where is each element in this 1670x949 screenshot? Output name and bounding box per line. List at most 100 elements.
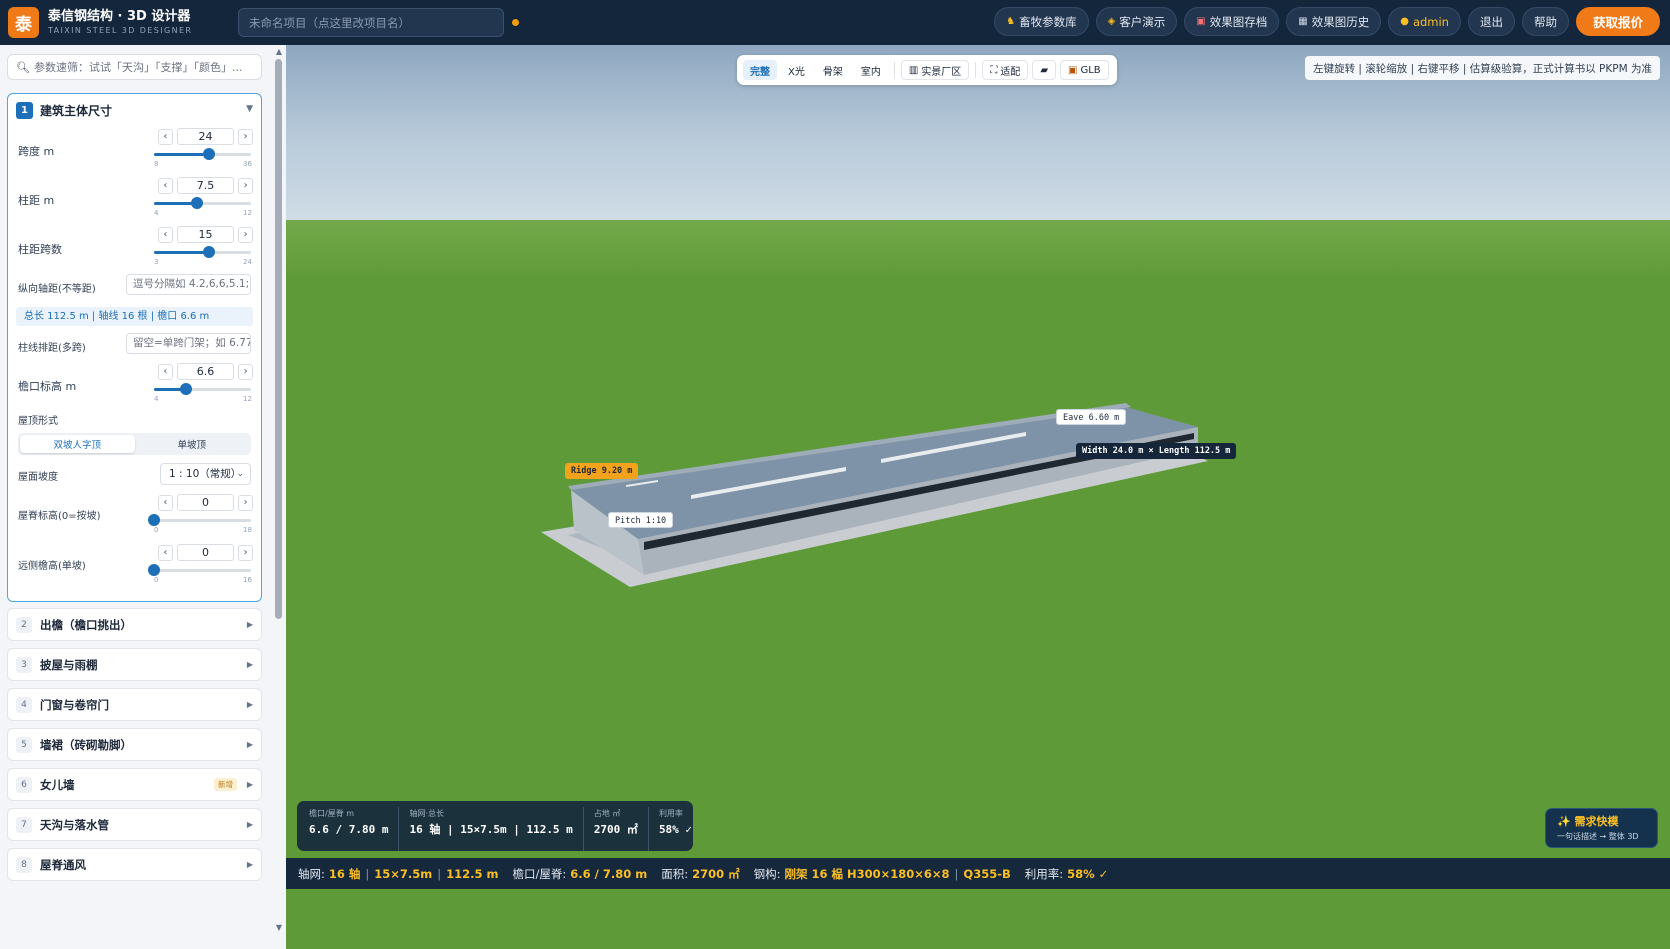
bay-slider[interactable] xyxy=(154,197,251,209)
slider-knob[interactable] xyxy=(148,514,160,526)
slider-knob[interactable] xyxy=(203,148,216,160)
quick-model-button[interactable]: ✨ 需求快模 一句话描述 → 整体 3D xyxy=(1545,808,1658,848)
section-wainscot[interactable]: 5 墙裙（砖砌勒脚） ▶ xyxy=(7,728,262,761)
eave-height-slider[interactable] xyxy=(154,383,251,395)
utilization-value: 58% ✓ xyxy=(1067,866,1109,881)
search-placeholder: 参数速筛：试试「天沟」「支撑」「颜色」... xyxy=(33,61,243,74)
get-quote-button[interactable]: 获取报价 xyxy=(1575,7,1660,36)
decrement-button[interactable]: ‹ xyxy=(158,544,173,561)
section-title: 披屋与雨棚 xyxy=(40,657,98,672)
logout-button[interactable]: 退出 xyxy=(1467,7,1515,36)
render-history-button[interactable]: ▦ 效果图历史 xyxy=(1286,7,1382,36)
bay-stepper: ‹ 7.5 › xyxy=(158,177,253,194)
eave-height-stepper: ‹ 6.6 › xyxy=(158,363,253,380)
decrement-button[interactable]: ‹ xyxy=(158,363,173,380)
slider-max: 18 xyxy=(243,526,252,534)
span-stepper: ‹ 24 › xyxy=(158,128,253,145)
bay-value[interactable]: 7.5 xyxy=(176,177,235,194)
brand-logo[interactable]: 泰 xyxy=(8,7,39,38)
scene-site-button[interactable]: ▥ 实景厂区 xyxy=(900,60,970,80)
chevron-right-icon: ▶ xyxy=(246,620,253,629)
slider-min: 0 xyxy=(154,526,159,534)
span-label: 跨度 m xyxy=(18,145,55,158)
slider-fill xyxy=(154,153,210,156)
ridge-height-slider[interactable] xyxy=(148,514,251,526)
stat-label: 利用率 xyxy=(658,809,683,818)
project-name-input[interactable] xyxy=(238,8,504,37)
increment-button[interactable]: › xyxy=(238,544,253,561)
row-spacing-input[interactable]: 留空=单跨门架；如 6.77 xyxy=(126,333,251,354)
roof-slope-select[interactable]: 1 : 10（常规） ⌄ xyxy=(160,463,251,485)
section-number: 1 xyxy=(16,102,33,119)
section-doors-windows[interactable]: 4 门窗与卷帘门 ▶ xyxy=(7,688,262,721)
section-overhang[interactable]: 2 出檐（檐口挑出） ▶ xyxy=(7,608,262,641)
decrement-button[interactable]: ‹ xyxy=(158,226,173,243)
section-ridge-vent[interactable]: 8 屋脊通风 ▶ xyxy=(7,848,262,881)
ridge-height-stepper: ‹ 0 › xyxy=(158,494,253,511)
view-interior-button[interactable]: 室内 xyxy=(854,60,888,80)
bay-label: 柱距 m xyxy=(18,194,55,207)
slider-knob[interactable] xyxy=(190,197,203,209)
span-value[interactable]: 24 xyxy=(176,128,235,145)
slider-knob[interactable] xyxy=(148,564,160,576)
bay-count-slider[interactable] xyxy=(154,246,251,258)
slider-knob[interactable] xyxy=(203,246,216,258)
uneven-spacing-input[interactable]: 逗号分隔如 4.2,6,6,5.1; xyxy=(126,274,251,295)
decrement-button[interactable]: ‹ xyxy=(158,128,173,145)
view-skeleton-button[interactable]: 骨架 xyxy=(816,60,850,80)
user-menu-button[interactable]: ● admin xyxy=(1388,7,1461,36)
history-icon: ▦ xyxy=(1298,16,1308,27)
collapse-icon[interactable]: ▼ xyxy=(246,104,253,114)
row-spacing-label: 柱线排距(多跨) xyxy=(18,343,86,354)
increment-button[interactable]: › xyxy=(238,494,253,511)
export-glb-button[interactable]: ▣ GLB xyxy=(1060,60,1109,80)
increment-button[interactable]: › xyxy=(238,363,253,380)
decrement-button[interactable]: ‹ xyxy=(158,177,173,194)
help-button[interactable]: 帮助 xyxy=(1521,7,1569,36)
livestock-library-button[interactable]: ♞ 畜牧参数库 xyxy=(994,7,1089,36)
decrement-button[interactable]: ‹ xyxy=(158,494,173,511)
scroll-up-icon[interactable]: ▲ xyxy=(276,47,282,56)
span-slider[interactable] xyxy=(154,148,251,160)
roof-mono-option[interactable]: 单坡顶 xyxy=(135,435,250,453)
scroll-down-icon[interactable]: ▼ xyxy=(276,923,282,932)
section-parapet[interactable]: 6 女儿墙 新增 ▶ xyxy=(7,768,262,801)
stat-utilization: 利用率 58% ✓ xyxy=(659,807,702,851)
bay-count-label: 柱距跨数 xyxy=(18,243,62,256)
bay-count-value[interactable]: 15 xyxy=(176,226,235,243)
section-header[interactable]: 1 建筑主体尺寸 xyxy=(16,102,112,119)
chevron-right-icon: ▶ xyxy=(246,820,253,829)
section-title: 天沟与落水管 xyxy=(40,817,109,832)
screenshot-button[interactable]: ▰ xyxy=(1032,60,1057,80)
roof-gable-option[interactable]: 双坡人字顶 xyxy=(20,435,135,453)
chevron-right-icon: ▶ xyxy=(246,780,253,789)
eave-height-value[interactable]: 6.6 xyxy=(176,363,235,380)
section-leanto[interactable]: 3 披屋与雨棚 ▶ xyxy=(7,648,262,681)
increment-button[interactable]: › xyxy=(238,177,253,194)
view-xray-button[interactable]: X光 xyxy=(781,60,812,80)
slider-knob[interactable] xyxy=(180,383,192,395)
fit-icon: ⛶ xyxy=(990,64,998,76)
increment-button[interactable]: › xyxy=(238,128,253,145)
far-eave-stepper: ‹ 0 › xyxy=(158,544,253,561)
sidebar-scrollbar[interactable] xyxy=(275,59,282,619)
eave-height-label: Eave 6.60 m xyxy=(1056,409,1127,425)
far-eave-label: 远侧檐高(单坡) xyxy=(18,561,86,572)
steel-key: 钢构: xyxy=(753,866,781,881)
render-archive-button[interactable]: ▣ 效果图存档 xyxy=(1184,7,1280,36)
fit-view-button[interactable]: ⛶ 适配 xyxy=(982,60,1029,80)
far-eave-slider[interactable] xyxy=(148,564,251,576)
param-search-input[interactable]: 🔍︎ 参数速筛：试试「天沟」「支撑」「颜色」... xyxy=(7,54,262,80)
save-icon: ▣ xyxy=(1196,16,1206,27)
eave-value: 6.6 / 7.80 m xyxy=(570,866,648,881)
ridge-height-label: 屋脊标高(0=按坡) xyxy=(18,511,101,522)
client-demo-button[interactable]: ◈ 客户演示 xyxy=(1095,7,1178,36)
slider-max: 24 xyxy=(243,258,252,266)
far-eave-value[interactable]: 0 xyxy=(176,544,235,561)
ridge-height-value[interactable]: 0 xyxy=(176,494,235,511)
fit-view-label: 适配 xyxy=(1000,66,1021,78)
section-gutter[interactable]: 7 天沟与落水管 ▶ xyxy=(7,808,262,841)
view-full-button[interactable]: 完整 xyxy=(743,60,777,80)
3d-viewport[interactable]: Ridge 9.20 m Eave 6.60 m Width 24.0 m × … xyxy=(286,45,1670,949)
increment-button[interactable]: › xyxy=(238,226,253,243)
